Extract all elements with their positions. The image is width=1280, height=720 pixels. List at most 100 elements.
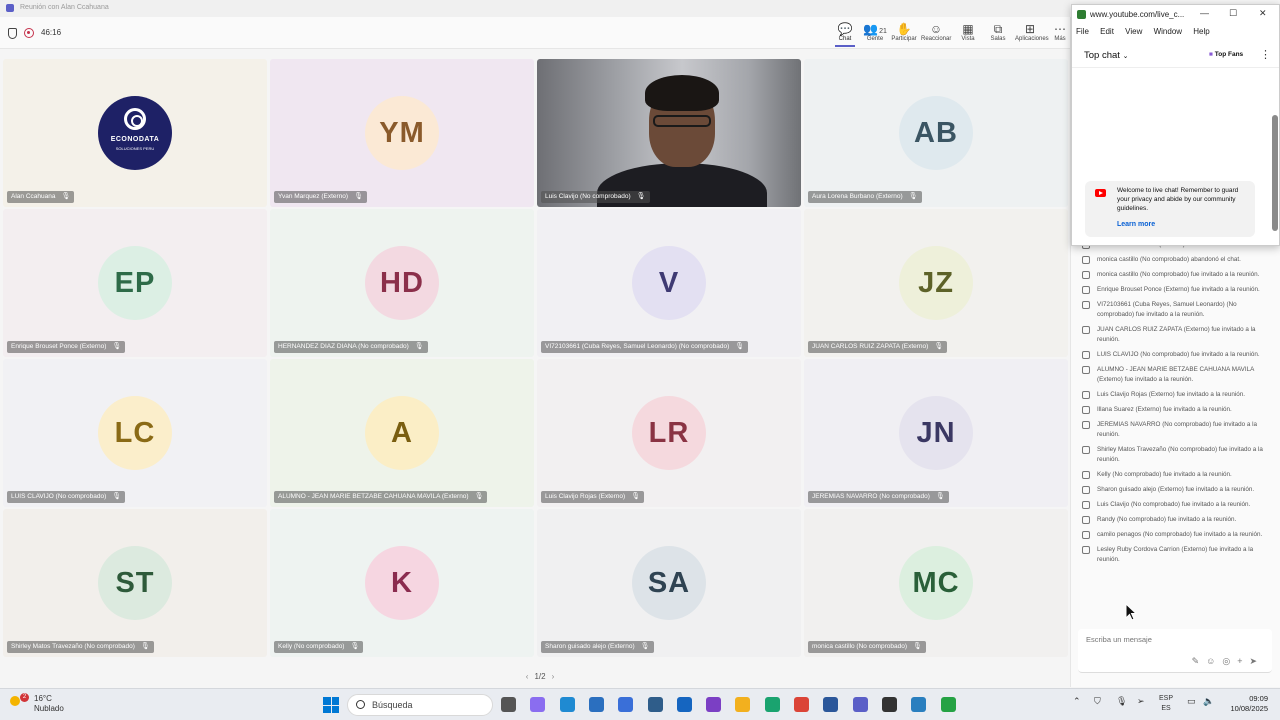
- weather-desc: Nublado: [34, 704, 64, 713]
- teams-icon[interactable]: [853, 697, 868, 712]
- participant-name-tag: monica castillo (No comprobado) 🎙: [808, 641, 926, 653]
- obs-icon[interactable]: [882, 697, 897, 712]
- participant-tile[interactable]: LR Luis Clavijo Rojas (Externo) 🎙: [537, 359, 801, 507]
- start-button[interactable]: [323, 697, 339, 713]
- snip-icon[interactable]: [677, 697, 692, 712]
- emoji-icon[interactable]: ☺: [1206, 656, 1222, 666]
- language-indicator[interactable]: ESP ES: [1159, 694, 1173, 714]
- menu-edit[interactable]: Edit: [1100, 27, 1114, 36]
- participant-tile[interactable]: MC monica castillo (No comprobado) 🎙: [804, 509, 1068, 657]
- folder-icon[interactable]: [735, 697, 750, 712]
- taskbar-clock[interactable]: 09:09 10/08/2025: [1222, 694, 1268, 714]
- toolbar-gente-button[interactable]: 👥21 Gente: [860, 22, 890, 42]
- next-page-button[interactable]: ›: [552, 672, 555, 681]
- toolbar-participar-button[interactable]: ✋ Participar: [889, 22, 919, 42]
- participant-tile[interactable]: YM Yvan Marquez (Externo) 🎙: [270, 59, 534, 207]
- send-icon[interactable]: ➤: [1249, 656, 1264, 666]
- participant-name: Kelly (No comprobado): [278, 643, 345, 650]
- chat-event-text: VI72103661 (Cuba Reyes, Samuel Leonardo)…: [1097, 301, 1237, 318]
- attach-icon[interactable]: +: [1237, 656, 1249, 666]
- participant-tile[interactable]: ECONODATA SOLUCIONES PERU Alan Ccahuana 🎙: [3, 59, 267, 207]
- participant-tile[interactable]: A ALUMNO - JEAN MARIE BETZABE CAHUANA MAV…: [270, 359, 534, 507]
- notepad-icon[interactable]: [911, 697, 926, 712]
- participant-tile[interactable]: K Kelly (No comprobado) 🎙: [270, 509, 534, 657]
- chat-event-item: Sharon guisado alejo (Externo) fue invit…: [1078, 485, 1268, 495]
- participant-tile[interactable]: ST Shirley Matos Travezaño (No comprobado…: [3, 509, 267, 657]
- window-titlebar: Reunión con Alan Ccahuana: [0, 0, 1070, 17]
- toolbar-reaccionar-button[interactable]: ☺ Reaccionar: [921, 22, 951, 42]
- yt-scrollbar[interactable]: [1272, 71, 1278, 245]
- menu-help[interactable]: Help: [1193, 27, 1209, 36]
- edge-icon[interactable]: [765, 697, 780, 712]
- vpn-icon[interactable]: ⛉: [1094, 696, 1101, 707]
- participant-tile[interactable]: JN JEREMIAS NAVARRO (No comprobado) 🎙: [804, 359, 1068, 507]
- participant-name: Enrique Brouset Ponce (Externo): [11, 343, 107, 350]
- chevron-down-icon: ⌄: [1122, 53, 1129, 60]
- menu-view[interactable]: View: [1125, 27, 1142, 36]
- participant-tile[interactable]: JZ JUAN CARLOS RUIZ ZAPATA (Externo) 🎙: [804, 209, 1068, 357]
- copilot-icon[interactable]: [530, 697, 545, 712]
- search-icon: [356, 700, 365, 709]
- chat-event-item: VI72103661 (Cuba Reyes, Samuel Leonardo)…: [1078, 300, 1268, 320]
- toolbar-salas-button[interactable]: ⧉ Salas: [983, 22, 1013, 42]
- participant-tile[interactable]: V VI72103661 (Cuba Reyes, Samuel Leonardo…: [537, 209, 801, 357]
- menu-file[interactable]: File: [1076, 27, 1089, 36]
- participant-event-icon: [1082, 546, 1090, 554]
- text-app-icon[interactable]: [618, 697, 633, 712]
- format-icon[interactable]: ✎: [1192, 656, 1207, 666]
- participant-tile[interactable]: SA Sharon guisado alejo (Externo) 🎙: [537, 509, 801, 657]
- network-icon[interactable]: ▭: [1187, 696, 1196, 707]
- mic-muted-icon[interactable]: 🎙: [1116, 696, 1127, 707]
- task-view-icon[interactable]: [501, 697, 516, 712]
- store-icon[interactable]: [589, 697, 604, 712]
- chrome-icon[interactable]: [794, 697, 809, 712]
- chat-event-text: Kelly (No comprobado) fue invitado a la …: [1097, 471, 1232, 478]
- minimize-icon[interactable]: —: [1200, 8, 1209, 18]
- top-chat-dropdown[interactable]: Top chat ⌄: [1084, 50, 1128, 61]
- participant-tile[interactable]: LC LUIS CLAVIJO (No comprobado) 🎙: [3, 359, 267, 507]
- video-person-glasses: [653, 115, 711, 127]
- mic-muted-icon: 🎙: [935, 493, 945, 500]
- weather-widget[interactable]: 2 16°C Nublado: [10, 693, 64, 714]
- mic-muted-icon: 🎙: [913, 643, 922, 650]
- participant-event-icon: [1082, 326, 1090, 334]
- chat-event-text: camilo penagos (No comprobado) fue invit…: [1097, 531, 1263, 538]
- toolbar-chat-button[interactable]: 💬 Chat: [830, 22, 860, 47]
- vs-icon[interactable]: [706, 697, 721, 712]
- menu-window[interactable]: Window: [1154, 27, 1182, 36]
- chat-event-text: Enrique Brouset Ponce (Externo) fue invi…: [1097, 286, 1260, 293]
- toolbar-vista-button[interactable]: ▦ Vista: [953, 22, 983, 42]
- favicon-icon: [1077, 10, 1086, 19]
- participant-video-tile[interactable]: Luis Clavijo (No comprobado) 🎙: [537, 59, 801, 207]
- show-hidden-icons[interactable]: ⌃: [1073, 696, 1081, 707]
- more-options-icon[interactable]: ⋮: [1260, 48, 1271, 61]
- whatsapp-icon[interactable]: [941, 697, 956, 712]
- toolbar-más-button[interactable]: ⋯ Más: [1050, 22, 1070, 42]
- participant-tile[interactable]: AB Aura Lorena Burbano (Externo) 🎙: [804, 59, 1068, 207]
- grid-pager: ‹ 1/2 ›: [510, 672, 570, 681]
- top-fans-button[interactable]: ■ Top Fans: [1209, 51, 1243, 58]
- close-icon[interactable]: ✕: [1259, 8, 1267, 19]
- word-icon[interactable]: [823, 697, 838, 712]
- learn-more-link[interactable]: Learn more: [1117, 221, 1155, 228]
- prev-page-button[interactable]: ‹: [526, 672, 529, 681]
- mic-muted-icon: 🎙: [908, 193, 918, 200]
- toolbar-aplicaciones-button[interactable]: ⊞ Aplicaciones: [1015, 22, 1049, 42]
- maximize-icon[interactable]: ☐: [1229, 8, 1237, 19]
- participant-tile[interactable]: EP Enrique Brouset Ponce (Externo) 🎙: [3, 209, 267, 357]
- meeting-timer: 46:16: [41, 28, 62, 37]
- message-input[interactable]: [1086, 635, 1256, 644]
- participant-avatar: HD: [365, 246, 439, 320]
- network-app-icon[interactable]: [648, 697, 663, 712]
- volume-icon[interactable]: 🔈: [1203, 696, 1214, 707]
- scroll-thumb[interactable]: [1272, 115, 1278, 231]
- participant-name: HERNANDEZ DIAZ DIANA (No comprobado): [278, 343, 409, 350]
- vscode-icon[interactable]: [560, 697, 575, 712]
- sticker-icon[interactable]: ◎: [1222, 656, 1237, 666]
- taskbar-search[interactable]: Búsqueda: [347, 694, 493, 716]
- participant-name: Luis Clavijo Rojas (Externo): [545, 493, 626, 500]
- participant-grid: ECONODATA SOLUCIONES PERU Alan Ccahuana 🎙 YM…: [3, 59, 1070, 659]
- logo-subtext: SOLUCIONES PERU: [115, 146, 155, 151]
- participant-tile[interactable]: HD HERNANDEZ DIAZ DIANA (No comprobado) 🎙: [270, 209, 534, 357]
- send-tray-icon[interactable]: ➢: [1137, 696, 1145, 707]
